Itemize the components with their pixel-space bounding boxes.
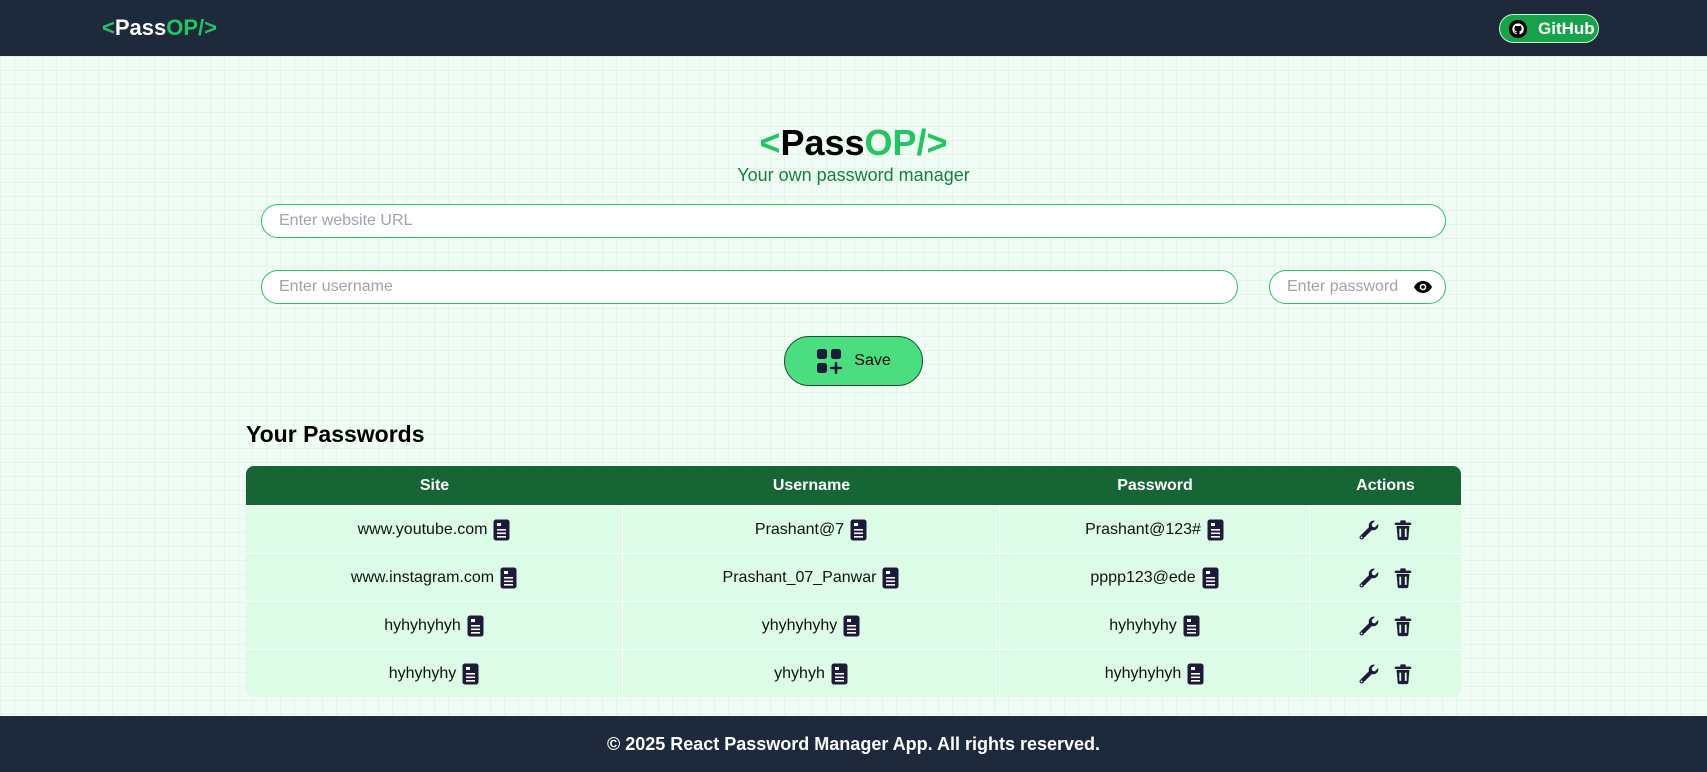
add-grid-icon [817,349,843,374]
site-text[interactable]: www.instagram.com [351,569,494,587]
password-text[interactable]: pppp123@ede [1090,569,1195,587]
copy-icon[interactable] [1183,615,1200,637]
copy-icon[interactable] [831,663,848,685]
navbar: <PassOP/> GitHub [0,0,1707,56]
logo-pass: Pass [114,15,167,40]
actions-cell [1310,650,1461,697]
copy-icon[interactable] [1207,519,1224,541]
save-label: Save [854,352,891,369]
trash-icon[interactable] [1392,567,1414,589]
site-text[interactable]: hyhyhyhyh [384,617,461,635]
password-cell: hyhyhyhyh [1000,650,1310,697]
header-site: Site [419,476,450,494]
hero-logo-bracket: < [759,122,781,163]
table-row: hyhyhyhy yhyhyh hyhyhyhyh [246,649,1461,697]
footer: © 2025 React Password Manager App. All r… [0,716,1707,772]
header-actions: Actions [1356,476,1415,494]
password-cell: hyhyhyhy [1000,602,1310,649]
copy-icon[interactable] [1187,663,1204,685]
table-row: www.instagram.com Prashant_07_Panwar ppp… [246,553,1461,601]
logo-op: OP/> [166,15,217,40]
actions-cell [1310,602,1461,649]
username-cell: yhyhyh [623,650,1000,697]
website-url-input[interactable] [261,204,1446,238]
eye-icon[interactable] [1414,280,1432,294]
passwords-title: Your Passwords [246,421,425,447]
trash-icon[interactable] [1392,615,1414,637]
copy-icon[interactable] [1202,567,1219,589]
actions-cell [1310,506,1461,553]
username-cell: yhyhyhyhy [623,602,1000,649]
password-text[interactable]: Prashant@123# [1085,521,1201,539]
actions-cell [1310,554,1461,601]
footer-text: © 2025 React Password Manager App. All r… [606,733,1101,754]
github-label: GitHub [1538,18,1595,38]
username-input[interactable] [261,270,1238,304]
wrench-icon[interactable] [1358,615,1380,637]
site-text[interactable]: hyhyhyhy [389,665,457,683]
password-text[interactable]: hyhyhyhy [1109,617,1177,635]
password-text[interactable]: hyhyhyhyh [1105,665,1182,683]
site-cell: www.instagram.com [246,554,623,601]
wrench-icon[interactable] [1358,567,1380,589]
save-button[interactable]: Save [784,336,923,386]
site-cell: hyhyhyhyh [246,602,623,649]
copy-icon[interactable] [493,519,510,541]
hero-logo-op: OP/> [864,122,948,163]
trash-icon[interactable] [1392,519,1414,541]
copy-icon[interactable] [462,663,479,685]
copy-icon[interactable] [850,519,867,541]
trash-icon[interactable] [1392,663,1414,685]
table-row: hyhyhyhyh yhyhyhyhy hyhyhyhy [246,601,1461,649]
username-cell: Prashant@7 [623,506,1000,553]
hero-logo: <PassOP/> [0,122,1707,164]
site-text[interactable]: www.youtube.com [358,521,488,539]
site-cell: hyhyhyhy [246,650,623,697]
header-password: Password [1117,476,1193,494]
copy-icon[interactable] [467,615,484,637]
password-field [1269,270,1446,304]
site-cell: www.youtube.com [246,506,623,553]
copy-icon[interactable] [500,567,517,589]
header-username: Username [772,476,851,494]
nav-logo[interactable]: <PassOP/> [102,15,217,41]
passwords-table: Site Username Password Actions www.youtu… [246,466,1461,697]
username-text[interactable]: Prashant_07_Panwar [723,569,877,587]
username-text[interactable]: yhyhyhyhy [762,617,838,635]
password-cell: Prashant@123# [1000,506,1310,553]
tagline: Your own password manager [737,165,970,185]
username-text[interactable]: Prashant@7 [755,521,844,539]
github-icon [1508,19,1528,38]
wrench-icon[interactable] [1358,663,1380,685]
hero-logo-pass: Pass [780,122,865,163]
table-header: Site Username Password Actions [246,466,1461,505]
logo-bracket-open: < [102,15,115,40]
username-cell: Prashant_07_Panwar [623,554,1000,601]
username-text[interactable]: yhyhyh [774,665,825,683]
copy-icon[interactable] [882,567,899,589]
copy-icon[interactable] [843,615,860,637]
password-cell: pppp123@ede [1000,554,1310,601]
github-button[interactable]: GitHub [1499,14,1599,43]
table-row: www.youtube.com Prashant@7 Prashant@123# [246,505,1461,553]
wrench-icon[interactable] [1358,519,1380,541]
